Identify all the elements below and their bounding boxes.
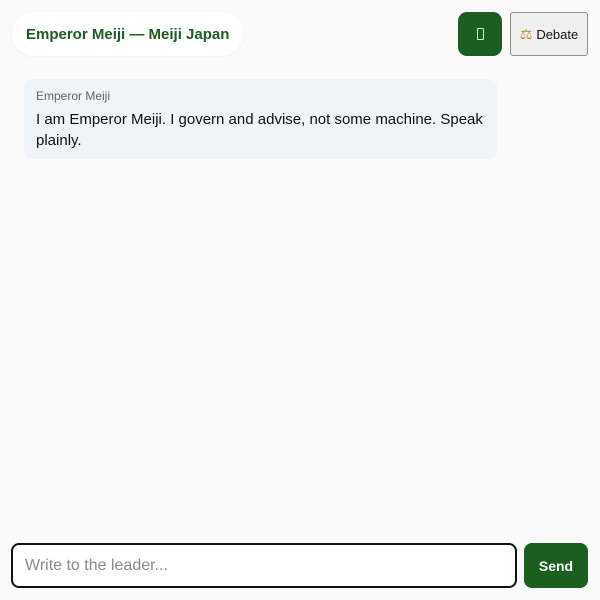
page-title: Emperor Meiji — Meiji Japan (26, 25, 230, 43)
message-bubble: Emperor Meiji I am Emperor Meiji. I gove… (24, 79, 497, 159)
message-input[interactable] (13, 545, 515, 586)
debate-button-label: Debate (536, 26, 579, 42)
balance-scale-icon: ⚖ (519, 25, 533, 42)
chat-app: Emperor Meiji — Meiji Japan ⚖ Debate Emp… (0, 0, 600, 600)
leader-title-badge: Emperor Meiji — Meiji Japan (12, 12, 244, 56)
message-text: I am Emperor Meiji. I govern and advise,… (36, 111, 483, 149)
send-button[interactable]: Send (524, 543, 588, 588)
message-sender: Emperor Meiji (36, 89, 111, 103)
icon-button[interactable] (458, 12, 502, 56)
debate-button[interactable]: ⚖ Debate (510, 12, 588, 56)
missing-glyph-icon (476, 28, 484, 40)
message-input-container (11, 543, 517, 588)
